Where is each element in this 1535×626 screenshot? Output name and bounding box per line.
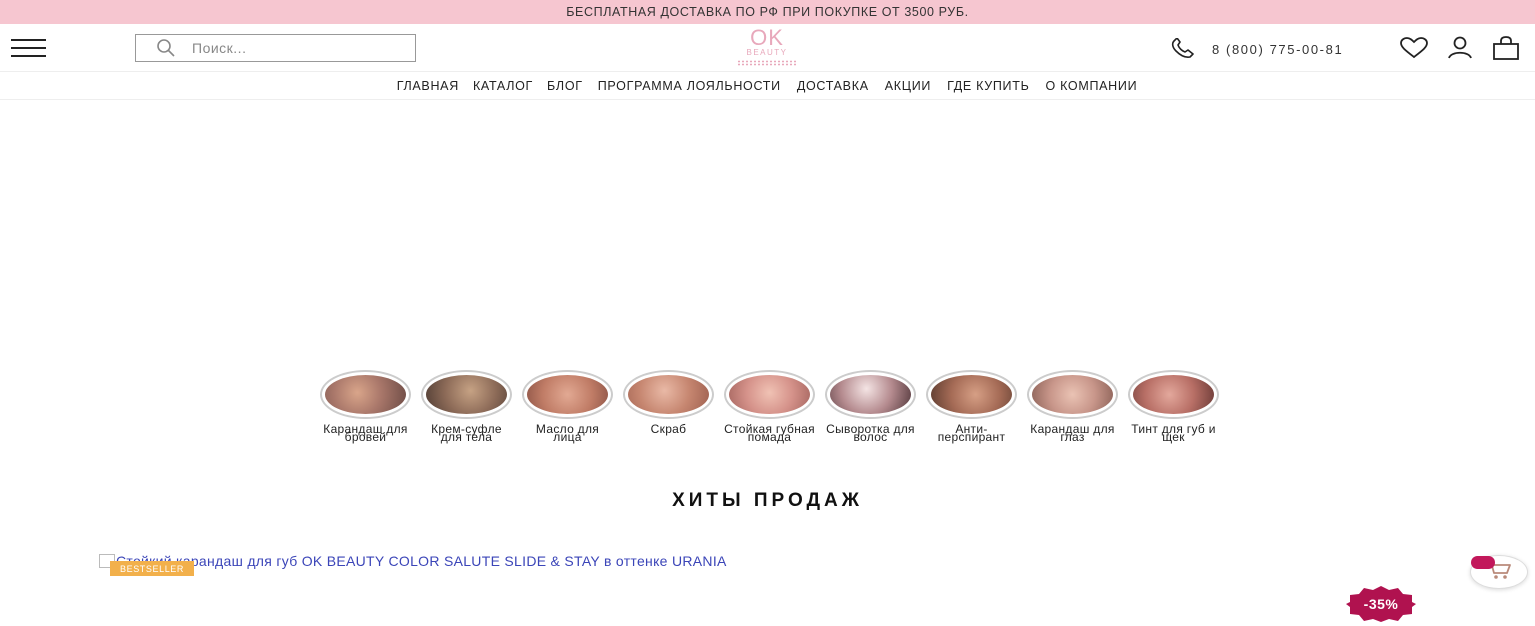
category-item[interactable]: Масло для лица: [517, 370, 618, 444]
user-icon[interactable]: [1444, 35, 1476, 61]
category-item[interactable]: Карандаш для глаз: [1022, 370, 1123, 444]
category-item[interactable]: Сыворотка для волос: [820, 370, 921, 444]
category-item[interactable]: Тинт для губ и щек: [1123, 370, 1224, 444]
category-photo: [628, 375, 709, 414]
bestseller-badge: BESTSELLER: [110, 561, 194, 576]
category-image-frame: [926, 370, 1017, 419]
section-title: ХИТЫ ПРОДАЖ: [672, 490, 863, 511]
category-photo: [426, 375, 507, 414]
category-image-frame: [320, 370, 411, 419]
category-label: Сыворотка для волос: [826, 422, 915, 444]
header: OK BEAUTY 8 (800) 775-00-81: [0, 24, 1535, 72]
category-label: Стойкая губная помада: [724, 422, 815, 444]
category-photo: [931, 375, 1012, 414]
nav-item-catalog[interactable]: КАТАЛОГ: [466, 79, 540, 93]
header-icons: [1398, 35, 1522, 61]
category-item[interactable]: Анти-перспирант: [921, 370, 1022, 444]
discount-badge: -35%: [1346, 586, 1416, 622]
category-photo: [830, 375, 911, 414]
category-image-frame: [1128, 370, 1219, 419]
heart-icon[interactable]: [1398, 35, 1430, 61]
category-photo: [527, 375, 608, 414]
logo-ok: OK: [750, 25, 784, 50]
discount-value: -35%: [1363, 596, 1399, 612]
phone-contact[interactable]: 8 (800) 775-00-81: [1170, 37, 1344, 60]
category-image-frame: [522, 370, 613, 419]
bag-icon[interactable]: [1490, 35, 1522, 61]
category-photo: [1133, 375, 1214, 414]
search-icon[interactable]: [156, 37, 178, 59]
category-photo: [1032, 375, 1113, 414]
promo-text: БЕСПЛАТНАЯ ДОСТАВКА ПО РФ ПРИ ПОКУПКЕ ОТ…: [566, 5, 969, 19]
category-label: Анти-перспирант: [937, 422, 1006, 444]
category-image-frame: [825, 370, 916, 419]
category-image-frame: [623, 370, 714, 419]
category-label: Масло для лица: [535, 422, 600, 444]
nav-item-about[interactable]: О КОМПАНИИ: [1037, 79, 1145, 93]
category-item[interactable]: Карандаш для бровей: [315, 370, 416, 444]
phone-number: 8 (800) 775-00-81: [1212, 41, 1344, 57]
category-image-frame: [724, 370, 815, 419]
logo-dots: [737, 60, 797, 66]
promo-bar: БЕСПЛАТНАЯ ДОСТАВКА ПО РФ ПРИ ПОКУПКЕ ОТ…: [0, 0, 1535, 24]
category-label: Скраб: [650, 422, 687, 436]
category-photo: [729, 375, 810, 414]
nav-item-delivery[interactable]: ДОСТАВКА: [789, 79, 877, 93]
search-input[interactable]: [192, 40, 392, 56]
category-label: Карандаш для глаз: [1030, 422, 1115, 444]
category-item[interactable]: Скраб: [618, 370, 719, 441]
product-alt-text[interactable]: Стойкий карандаш для губ OK BEAUTY COLOR…: [116, 553, 727, 569]
category-label: Крем-суфле для тела: [431, 422, 502, 444]
category-item[interactable]: Стойкая губная помада: [719, 370, 820, 444]
menu-icon[interactable]: [11, 39, 46, 59]
phone-icon: [1170, 37, 1200, 60]
nav-item-sales[interactable]: АКЦИИ: [877, 79, 939, 93]
category-label: Карандаш для бровей: [323, 422, 408, 444]
category-photo: [325, 375, 406, 414]
nav-item-loyalty[interactable]: ПРОГРАММА ЛОЯЛЬНОСТИ: [590, 79, 789, 93]
category-image-frame: [421, 370, 512, 419]
category-carousel: Карандаш для бровей Крем-суфле для тела …: [315, 370, 1224, 444]
category-item[interactable]: Крем-суфле для тела: [416, 370, 517, 444]
search-box[interactable]: [135, 34, 416, 62]
cart-count-badge: [1471, 556, 1495, 569]
category-image-frame: [1027, 370, 1118, 419]
floating-cart-button[interactable]: [1470, 555, 1528, 589]
nav-item-where-to-buy[interactable]: ГДЕ КУПИТЬ: [939, 79, 1037, 93]
category-label: Тинт для губ и щек: [1131, 422, 1216, 444]
nav-item-blog[interactable]: БЛОГ: [540, 79, 590, 93]
nav-item-home[interactable]: ГЛАВНАЯ: [390, 79, 466, 93]
logo[interactable]: OK BEAUTY: [733, 25, 801, 68]
main-nav: ГЛАВНАЯ КАТАЛОГ БЛОГ ПРОГРАММА ЛОЯЛЬНОСТ…: [0, 72, 1535, 100]
logo-beauty: BEAUTY: [746, 48, 788, 57]
